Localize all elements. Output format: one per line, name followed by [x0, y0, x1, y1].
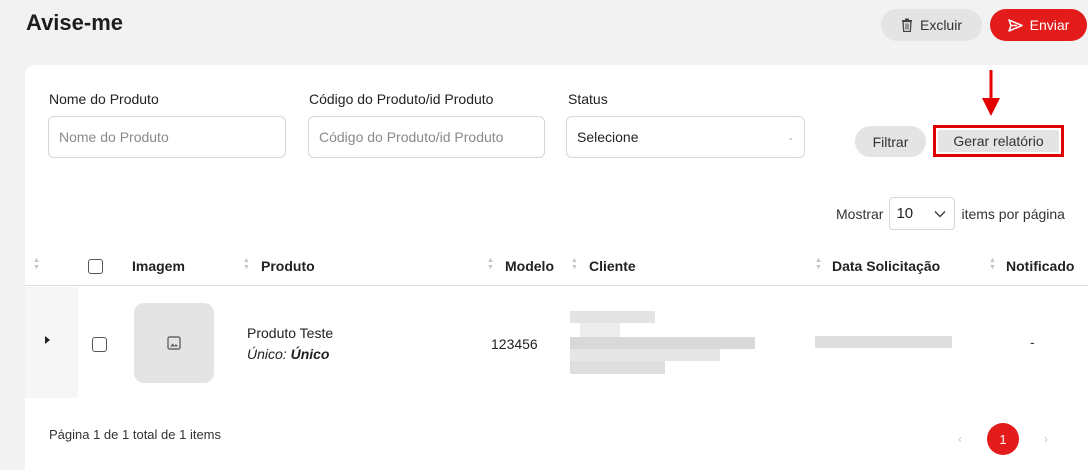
sort-product-icon[interactable]: ▲ ▼ — [243, 257, 250, 271]
delete-label: Excluir — [919, 17, 962, 33]
status-selected-value: Selecione — [577, 129, 639, 145]
send-icon — [1007, 18, 1023, 32]
expand-row-button[interactable] — [25, 287, 78, 398]
col-image: Imagem — [132, 258, 185, 274]
table-header: ▲ ▼ Imagem ▲ ▼ Produto ▲ ▼ Modelo ▲ ▼ Client… — [25, 248, 1088, 286]
page-title: Avise-me — [26, 10, 124, 35]
client-blurred — [570, 311, 755, 375]
page-size-suffix: items por página — [961, 205, 1065, 222]
table-row: Produto Teste Único: Único 123456 - — [25, 287, 1088, 398]
delete-button[interactable]: Excluir — [881, 9, 982, 41]
trash-icon — [901, 18, 912, 32]
next-page-icon[interactable]: › — [1031, 432, 1061, 446]
product-variant: Único: Único — [247, 346, 330, 362]
page-size-select[interactable]: 10 — [889, 197, 956, 230]
send-button[interactable]: Enviar — [990, 9, 1087, 41]
product-code-input[interactable] — [308, 116, 545, 158]
image-placeholder-icon — [167, 336, 181, 350]
status-label: Status — [568, 91, 608, 107]
select-caret-icon: ⌄ — [787, 132, 794, 142]
product-name: Produto Teste — [247, 325, 334, 341]
select-all-checkbox[interactable] — [88, 259, 103, 274]
pagination: ‹ 1 › — [945, 423, 1061, 455]
report-highlight-box: Gerar relatório — [933, 125, 1064, 157]
sort-date-icon[interactable]: ▲ ▼ — [815, 257, 822, 271]
prev-page-icon[interactable]: ‹ — [945, 432, 975, 446]
col-client[interactable]: Cliente — [589, 258, 636, 274]
product-name-label: Nome do Produto — [49, 91, 159, 107]
col-request-date[interactable]: Data Solicitação — [832, 258, 940, 274]
sort-notified-icon[interactable]: ▲ ▼ — [989, 257, 996, 271]
red-arrow-annotation-icon — [982, 70, 1000, 116]
col-product[interactable]: Produto — [261, 258, 315, 274]
generate-report-button[interactable]: Gerar relatório — [938, 130, 1059, 152]
sort-model-icon[interactable]: ▲ ▼ — [487, 257, 494, 271]
pagination-summary: Página 1 de 1 total de 1 items — [49, 427, 222, 442]
product-thumbnail — [134, 303, 214, 383]
page-size-value: 10 — [896, 205, 914, 222]
sort-client-icon[interactable]: ▲ ▼ — [571, 257, 578, 271]
caret-right-icon — [45, 336, 50, 344]
date-blurred — [815, 336, 952, 348]
product-model: 123456 — [491, 336, 538, 352]
sort-icon[interactable]: ▲ ▼ — [33, 257, 40, 271]
show-label: Mostrar — [836, 205, 884, 222]
product-code-label: Código do Produto/id Produto — [309, 91, 494, 107]
notified-value: - — [1030, 334, 1035, 350]
col-model[interactable]: Modelo — [505, 258, 554, 274]
row-checkbox[interactable] — [92, 337, 107, 352]
status-select[interactable]: Selecione ⌄ — [566, 116, 805, 158]
main-card: Nome do Produto Código do Produto/id Pro… — [25, 65, 1088, 470]
chevron-down-icon — [934, 210, 946, 218]
page-1-button[interactable]: 1 — [987, 423, 1019, 455]
product-name-input[interactable] — [48, 116, 286, 158]
filter-button[interactable]: Filtrar — [855, 126, 926, 157]
page-size-control: Mostrar 10 items por página — [836, 197, 1065, 230]
send-label: Enviar — [1029, 17, 1070, 33]
col-notified[interactable]: Notificado — [1006, 258, 1074, 274]
